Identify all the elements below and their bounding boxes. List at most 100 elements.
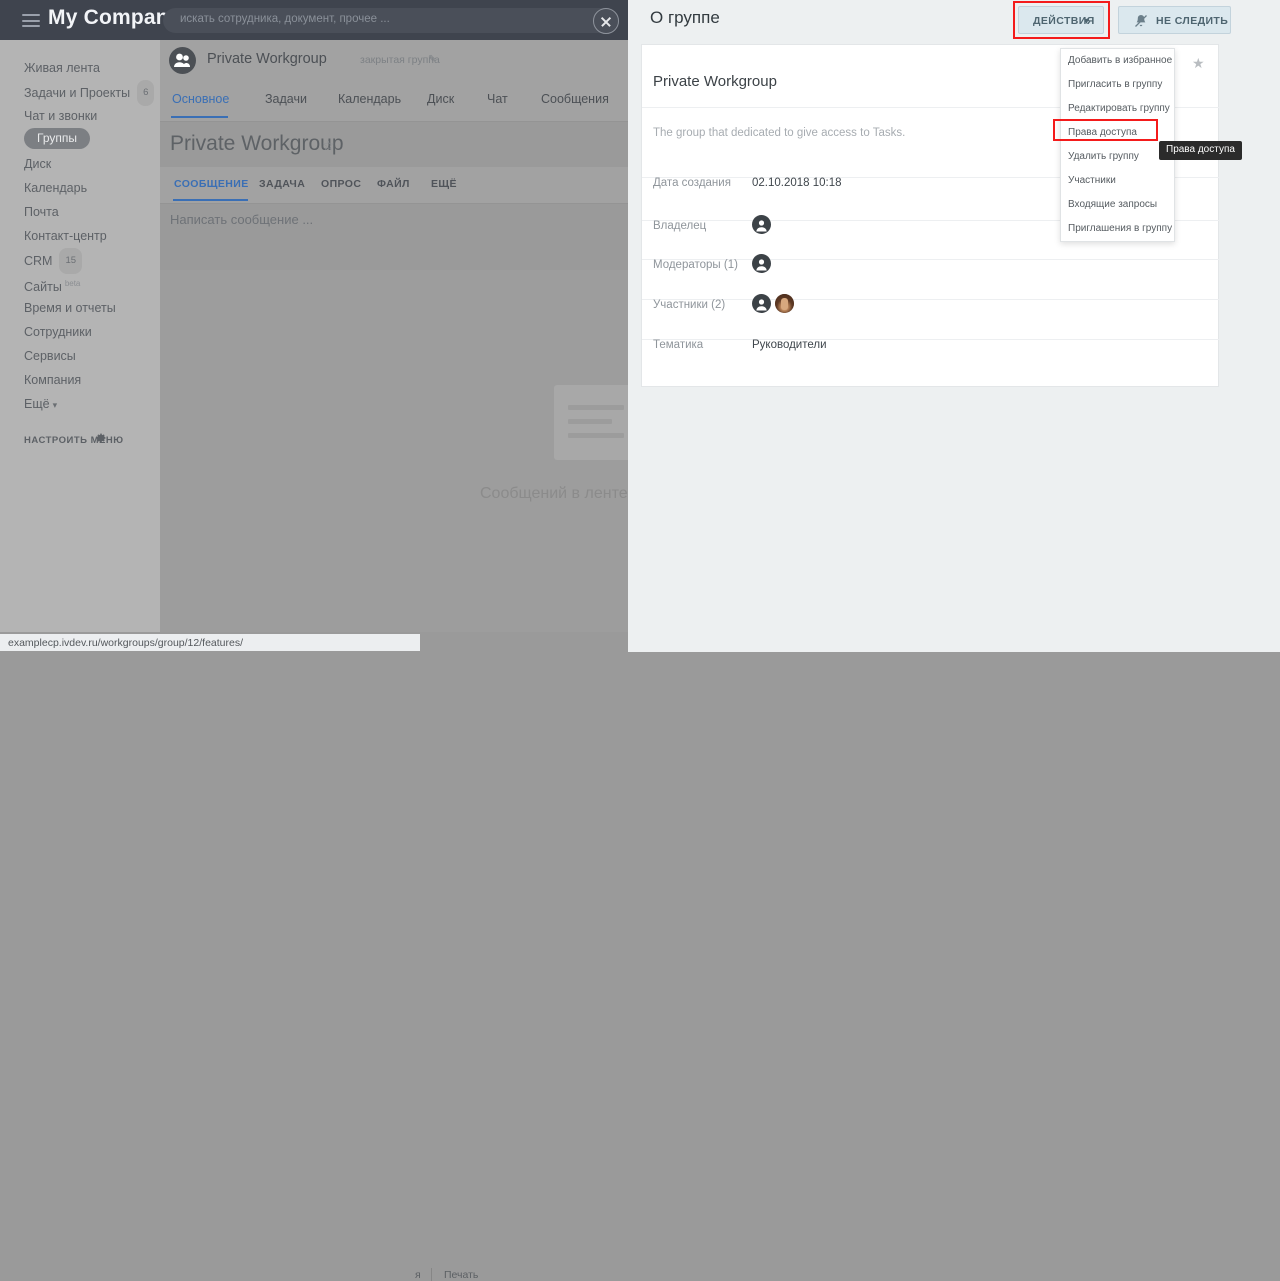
- workgroup-page-title: Private Workgroup: [170, 132, 344, 155]
- sidebar-item-0[interactable]: Живая лента: [0, 56, 160, 80]
- info-row-label: Дата создания: [653, 177, 731, 189]
- hamburger-icon[interactable]: [22, 14, 40, 27]
- menu-item-5[interactable]: Участники: [1061, 169, 1174, 193]
- sidebar-item-label: Группы: [37, 131, 77, 145]
- info-row-label: Модераторы (1): [653, 259, 738, 271]
- gear-icon[interactable]: [95, 432, 107, 444]
- sidebar-item-badge: beta: [64, 279, 81, 288]
- chevron-down-icon: ▾: [52, 400, 58, 410]
- sidebar-item-12[interactable]: Сервисы: [0, 344, 160, 368]
- panel-title: О группе: [650, 8, 720, 27]
- member-avatar[interactable]: [775, 294, 794, 313]
- composer-tab-4[interactable]: ЕЩЁ: [431, 178, 457, 190]
- sidebar-item-8[interactable]: CRM 15: [0, 248, 160, 274]
- sidebar-item-10[interactable]: Время и отчеты: [0, 296, 160, 320]
- message-composer-placeholder[interactable]: Написать сообщение ...: [170, 212, 313, 227]
- sidebar-item-label: CRM: [24, 254, 53, 268]
- sidebar-item-6[interactable]: Почта: [0, 200, 160, 224]
- sidebar: Живая лента Задачи и Проекты 6 Чат и звонки…: [0, 40, 160, 652]
- actions-dropdown-menu: Добавить в избранное Пригласить в группу Р…: [1060, 48, 1175, 242]
- sidebar-item-count: 6: [137, 80, 155, 106]
- sidebar-item-7[interactable]: Контакт-центр: [0, 224, 160, 248]
- member-avatar[interactable]: [752, 215, 771, 234]
- sidebar-item-label: Почта: [24, 205, 59, 219]
- sidebar-row: Задачи и Проекты 6: [0, 80, 160, 106]
- sidebar-row: Почта: [0, 200, 160, 224]
- setup-menu-label[interactable]: НАСТРОИТЬ МЕНЮ: [24, 435, 124, 446]
- sidebar-item-label: Контакт-центр: [24, 229, 107, 243]
- sidebar-item-label: Ещё: [24, 397, 50, 411]
- composer-tab-1[interactable]: ЗАДАЧА: [259, 178, 305, 190]
- sidebar-row: CRM 15: [0, 248, 160, 274]
- sidebar-list: Живая лента Задачи и Проекты 6 Чат и звонки…: [0, 40, 160, 416]
- composer-tab-0[interactable]: СООБЩЕНИЕ: [173, 178, 249, 201]
- composer-tab-3[interactable]: ФАЙЛ: [377, 178, 410, 190]
- tab-3[interactable]: Диск: [427, 92, 454, 106]
- member-avatar[interactable]: [752, 294, 771, 313]
- status-url: examplecp.ivdev.ru/workgroups/group/12/f…: [0, 634, 420, 651]
- sidebar-item-11[interactable]: Сотрудники: [0, 320, 160, 344]
- print-label[interactable]: Печать: [444, 1269, 478, 1281]
- info-row-divider: [642, 299, 1220, 300]
- composer-tab-2[interactable]: ОПРОС: [321, 178, 361, 190]
- close-icon[interactable]: [593, 8, 619, 34]
- sidebar-item-label: Живая лента: [24, 61, 100, 75]
- menu-item-1[interactable]: Пригласить в группу: [1061, 73, 1174, 97]
- unfollow-button[interactable]: НЕ СЛЕДИТЬ: [1118, 6, 1231, 34]
- member-avatar[interactable]: [752, 254, 771, 273]
- sidebar-row: Живая лента: [0, 56, 160, 80]
- info-row-value: Руководители: [752, 339, 827, 351]
- search-input[interactable]: искать сотрудника, документ, прочее ...: [163, 8, 618, 33]
- menu-item-7[interactable]: Приглашения в группу: [1061, 217, 1174, 241]
- sidebar-item-label: Сотрудники: [24, 325, 92, 339]
- logo-text: My Company: [48, 6, 181, 29]
- sidebar-item-label: Задачи и Проекты: [24, 86, 131, 100]
- page-title: Private Workgroup: [207, 51, 327, 67]
- tab-2[interactable]: Календарь: [338, 92, 401, 106]
- sidebar-item-14[interactable]: Ещё ▾: [0, 392, 160, 416]
- info-row-label: Тематика: [653, 339, 704, 351]
- sidebar-row: Компания: [0, 368, 160, 392]
- tab-5[interactable]: Сообщения: [541, 92, 609, 106]
- bell-off-icon: [1135, 15, 1147, 27]
- menu-item-2[interactable]: Редактировать группу: [1061, 97, 1174, 121]
- star-icon[interactable]: ☆: [322, 137, 335, 154]
- info-card-description: The group that dedicated to give access …: [653, 127, 906, 139]
- sidebar-item-13[interactable]: Компания: [0, 368, 160, 392]
- sidebar-item-label: Календарь: [24, 181, 88, 195]
- favorite-star-icon[interactable]: ★: [1192, 55, 1205, 72]
- status-divider: [431, 1268, 432, 1281]
- sidebar-item-3[interactable]: Группы: [24, 128, 90, 149]
- sidebar-item-5[interactable]: Календарь: [0, 176, 160, 200]
- sidebar-row: Чат и звонки: [0, 104, 160, 128]
- sidebar-item-label: Чат и звонки: [24, 109, 98, 123]
- tab-0[interactable]: Основное: [170, 92, 229, 118]
- sidebar-row: Сотрудники: [0, 320, 160, 344]
- sidebar-item-9[interactable]: Сайты beta: [0, 272, 160, 296]
- tab-1[interactable]: Задачи: [265, 92, 307, 106]
- info-row-value: 02.10.2018 10:18: [752, 177, 842, 189]
- sidebar-row: Сайты beta: [0, 272, 160, 296]
- pencil-icon[interactable]: ✎: [428, 54, 436, 65]
- tooltip: Права доступа: [1159, 141, 1242, 160]
- info-row-label: Владелец: [653, 220, 707, 232]
- menu-item-4[interactable]: Удалить группу: [1061, 145, 1174, 169]
- status-truncated-label: я: [415, 1269, 421, 1281]
- sidebar-item-1[interactable]: Задачи и Проекты 6: [0, 80, 160, 106]
- sidebar-row: Группы: [0, 128, 160, 152]
- sidebar-item-2[interactable]: Чат и звонки: [0, 104, 160, 128]
- info-card-title: Private Workgroup: [653, 73, 777, 90]
- sidebar-item-4[interactable]: Диск: [0, 152, 160, 176]
- group-info-panel: О группе ДЕЙСТВИЯ ▾ НЕ СЛЕДИТЬ Private W…: [628, 0, 1280, 652]
- tab-4[interactable]: Чат: [487, 92, 508, 106]
- menu-item-6[interactable]: Входящие запросы: [1061, 193, 1174, 217]
- menu-item-highlight: [1053, 119, 1158, 141]
- sidebar-item-label: Сервисы: [24, 349, 76, 363]
- sidebar-row: Диск: [0, 152, 160, 176]
- menu-item-0[interactable]: Добавить в избранное: [1061, 49, 1174, 73]
- search-placeholder: искать сотрудника, документ, прочее ...: [180, 13, 390, 25]
- info-row-label: Участники (2): [653, 299, 726, 311]
- info-row-divider: [642, 339, 1220, 340]
- status-url-text: examplecp.ivdev.ru/workgroups/group/12/f…: [8, 637, 244, 649]
- sidebar-row: Ещё ▾: [0, 392, 160, 416]
